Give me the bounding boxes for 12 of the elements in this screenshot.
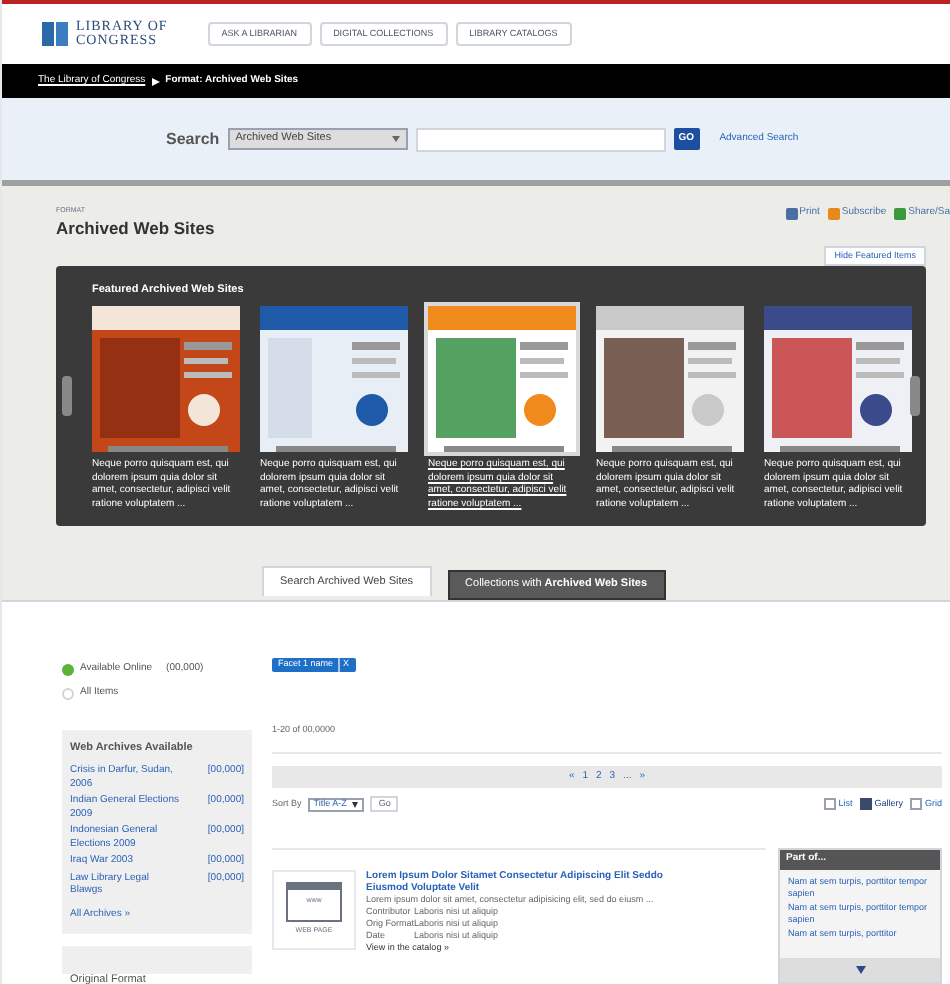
caret-icon <box>352 801 359 807</box>
radio-button[interactable] <box>62 688 74 700</box>
carousel-next-handle[interactable] <box>910 376 920 416</box>
search-label: Search <box>166 127 220 151</box>
caret-icon <box>391 136 400 142</box>
search-field[interactable] <box>415 127 666 151</box>
chevron-icon <box>151 77 160 85</box>
page-title: Archived Web Sites <box>56 216 215 242</box>
carousel-prev-handle[interactable] <box>62 376 72 416</box>
down-arrow-icon[interactable] <box>855 966 865 974</box>
radio-button[interactable] <box>62 664 74 676</box>
book-icon <box>42 20 70 48</box>
